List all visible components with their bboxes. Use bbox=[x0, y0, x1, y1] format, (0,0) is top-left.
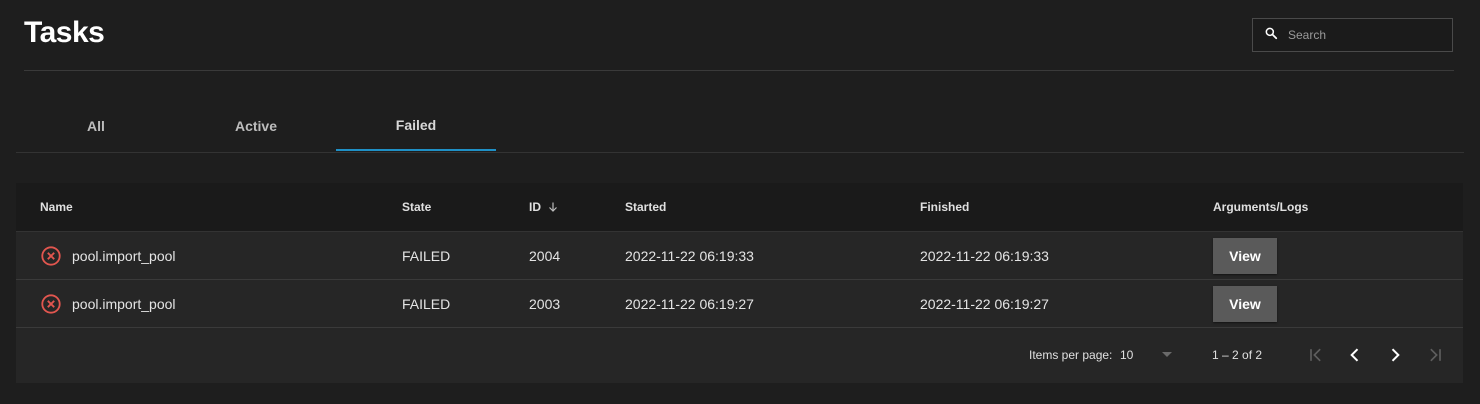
tab-all[interactable]: All bbox=[16, 100, 176, 151]
column-header-started[interactable]: Started bbox=[625, 183, 666, 231]
page-size-value: 10 bbox=[1120, 348, 1134, 362]
next-page-button[interactable] bbox=[1381, 341, 1409, 369]
view-button[interactable]: View bbox=[1213, 286, 1277, 322]
error-circle-icon bbox=[40, 245, 62, 267]
task-id: 2004 bbox=[529, 247, 561, 264]
paginator: Items per page: 10 1 – 2 of 2 bbox=[16, 327, 1463, 383]
view-button[interactable]: View bbox=[1213, 238, 1277, 274]
first-page-button[interactable] bbox=[1302, 341, 1330, 369]
column-header-arguments-logs: Arguments/Logs bbox=[1213, 200, 1309, 214]
column-header-finished[interactable]: Finished bbox=[920, 183, 969, 231]
task-finished: 2022-11-22 06:19:33 bbox=[920, 247, 1049, 264]
task-name-cell: pool.import_pool bbox=[40, 232, 176, 279]
page-title: Tasks bbox=[24, 16, 105, 49]
column-header-name[interactable]: Name bbox=[40, 183, 73, 231]
last-page-button[interactable] bbox=[1421, 341, 1449, 369]
dropdown-arrow-icon bbox=[1162, 352, 1172, 358]
tab-active[interactable]: Active bbox=[176, 100, 336, 151]
range-label: 1 – 2 of 2 bbox=[1212, 348, 1263, 362]
search-input[interactable] bbox=[1286, 27, 1440, 43]
table-row[interactable]: pool.import_pool FAILED 2004 2022-11-22 … bbox=[16, 232, 1463, 280]
task-started: 2022-11-22 06:19:27 bbox=[625, 295, 754, 312]
task-finished: 2022-11-22 06:19:27 bbox=[920, 295, 1049, 312]
arrow-down-icon bbox=[547, 201, 559, 213]
header-divider bbox=[24, 70, 1454, 71]
task-state: FAILED bbox=[402, 295, 451, 312]
previous-page-icon bbox=[1345, 345, 1365, 365]
table-header: Name State ID Started Finished Arguments… bbox=[16, 183, 1463, 232]
task-name: pool.import_pool bbox=[72, 247, 176, 264]
last-page-icon bbox=[1425, 345, 1445, 365]
search-box[interactable] bbox=[1252, 18, 1453, 52]
task-id: 2003 bbox=[529, 295, 561, 312]
search-icon bbox=[1253, 26, 1278, 45]
first-page-icon bbox=[1306, 345, 1326, 365]
tasks-table: Name State ID Started Finished Arguments… bbox=[16, 183, 1463, 383]
error-circle-icon bbox=[40, 293, 62, 315]
items-per-page-label: Items per page: bbox=[1029, 348, 1113, 362]
tab-bar: All Active Failed bbox=[16, 100, 1464, 153]
column-header-id[interactable]: ID bbox=[529, 183, 559, 231]
next-page-icon bbox=[1385, 345, 1405, 365]
page-size-select[interactable]: 10 bbox=[1120, 327, 1178, 383]
table-row[interactable]: pool.import_pool FAILED 2003 2022-11-22 … bbox=[16, 280, 1463, 328]
previous-page-button[interactable] bbox=[1341, 341, 1369, 369]
task-started: 2022-11-22 06:19:33 bbox=[625, 247, 754, 264]
task-name-cell: pool.import_pool bbox=[40, 280, 176, 327]
tab-failed[interactable]: Failed bbox=[336, 100, 496, 151]
task-name: pool.import_pool bbox=[72, 295, 176, 312]
task-state: FAILED bbox=[402, 247, 451, 264]
column-header-state[interactable]: State bbox=[402, 183, 431, 231]
column-header-id-label: ID bbox=[529, 200, 541, 214]
